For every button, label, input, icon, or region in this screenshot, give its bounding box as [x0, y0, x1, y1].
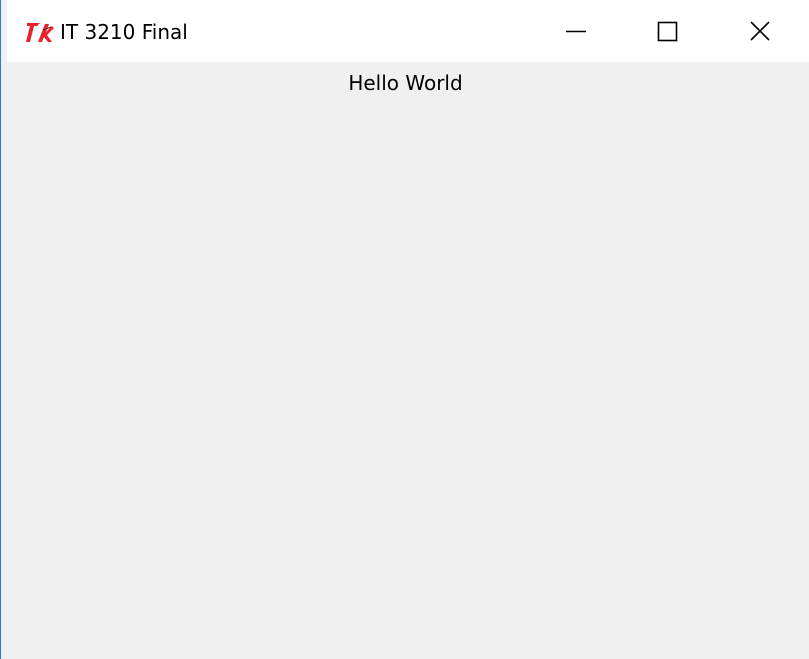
maximize-icon	[657, 21, 678, 42]
maximize-button[interactable]	[623, 0, 715, 62]
close-icon	[750, 21, 770, 41]
minimize-icon	[566, 30, 586, 33]
hello-world-label: Hello World	[348, 71, 463, 95]
window-title: IT 3210 Final	[60, 20, 188, 44]
minimize-button[interactable]	[531, 0, 623, 62]
title-bar[interactable]: IT 3210 Final	[7, 0, 809, 62]
close-button[interactable]	[715, 0, 807, 62]
client-area: Hello World	[7, 62, 809, 659]
app-window: IT 3210 Final Hello World	[0, 0, 809, 659]
tk-feather-icon	[25, 20, 55, 46]
